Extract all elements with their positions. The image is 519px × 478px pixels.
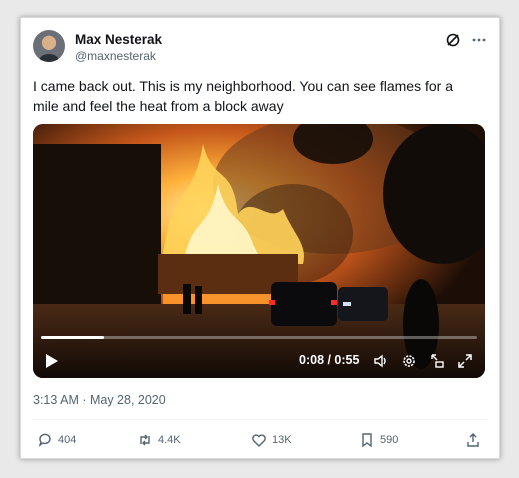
tweet-card: Max Nesterak @maxnesterak I came back ou… [20,17,500,459]
grok-icon[interactable] [445,32,461,48]
bookmark-icon [362,433,372,448]
more-icon[interactable] [471,32,487,48]
like-button[interactable]: 13K [251,432,292,448]
tweet-header: Max Nesterak @maxnesterak [33,30,487,66]
volume-icon[interactable] [373,353,389,369]
author-handle[interactable]: @maxnesterak [75,49,156,63]
tweet-timestamp[interactable]: 3:13 AM · May 28, 2020 [33,393,166,407]
fullscreen-icon[interactable] [457,353,473,369]
video-player[interactable]: 0:08 / 0:55 [33,124,485,378]
reply-icon [38,433,51,447]
video-frame [33,124,485,378]
tweet-actions: 404 4.4K 13K 590 [33,432,487,450]
share-icon [467,433,479,447]
author-name[interactable]: Max Nesterak [75,32,162,47]
repost-icon [140,434,150,446]
repost-count: 4.4K [158,434,181,446]
reply-count: 404 [58,434,77,446]
divider [33,419,487,420]
share-button[interactable] [465,432,481,448]
avatar[interactable] [33,30,65,62]
reply-button[interactable]: 404 [37,432,76,448]
settings-icon[interactable] [401,353,417,369]
video-controls: 0:08 / 0:55 [33,344,485,378]
video-time: 0:08 / 0:55 [299,353,360,367]
video-progress-bar[interactable] [41,336,477,339]
bookmark-button[interactable]: 590 [359,432,398,448]
heart-icon [252,434,266,447]
like-count: 13K [272,434,292,446]
tweet-text: I came back out. This is my neighborhood… [33,78,453,114]
repost-button[interactable]: 4.4K [137,432,181,448]
bookmark-count: 590 [380,434,399,446]
video-progress-fill [41,336,105,339]
play-icon[interactable] [45,353,59,369]
picture-in-picture-icon[interactable] [429,353,445,369]
